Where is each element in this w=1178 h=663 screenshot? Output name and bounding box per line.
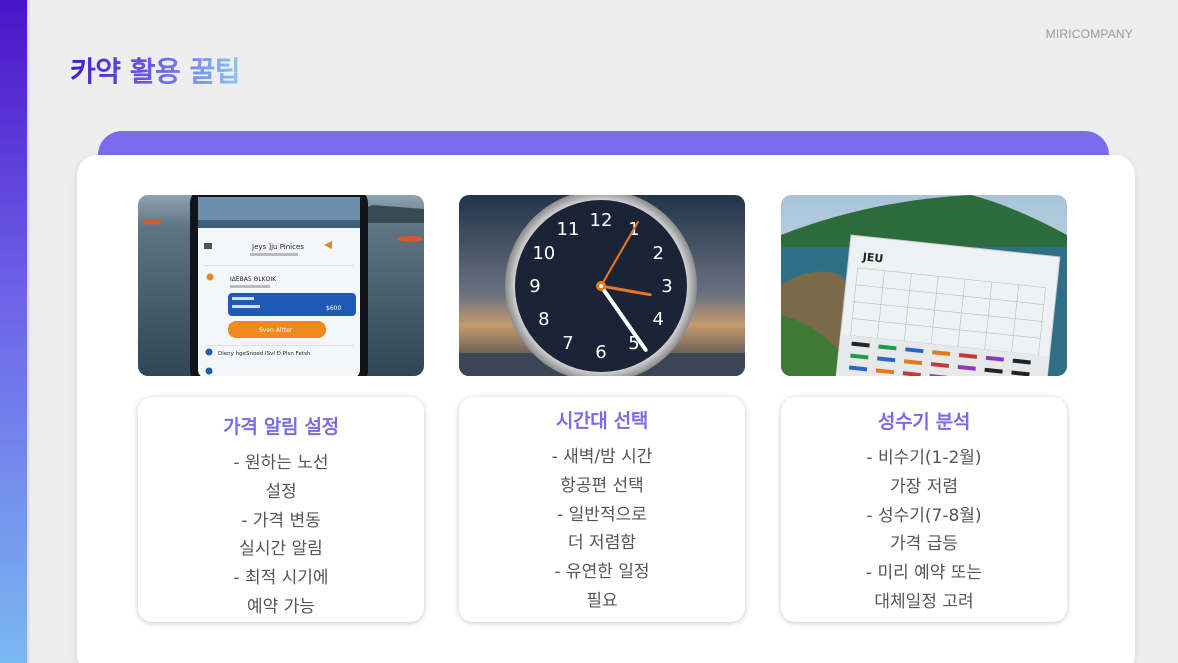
tip-card-season-analysis: 성수기 분석 - 비수기(1-2월) 가장 저렴 - 성수기(7-8월) 가격 … [781,397,1067,622]
tip-card-title: 가격 알림 설정 [223,416,339,438]
page-title: 카약 활용 꿀팁 [70,50,241,90]
phone-app-photo: Jeys ]ju Pinices ΙΔΕΒΑ5 ΘLΚΟΙΚ $600 Sven… [138,195,424,376]
tip-line: 설정 [265,481,297,502]
tip-line: - 비수기(1-2월) [866,448,982,468]
brand-label: MIRICOMPANY [1045,27,1133,41]
clock-numeral: 9 [529,276,540,297]
tip-line: - 가격 변동 [241,510,321,531]
left-accent-shadow [27,0,31,663]
tip-line: - 미리 예약 또는 [865,563,983,584]
clock-numeral: 11 [557,219,580,240]
clock-numeral: 6 [595,342,606,363]
tip-card-body: - 새벽/밤 시간 항공편 선택 - 일반적으로 더 저렴함 - 유연한 일정 … [459,443,745,616]
button-label-text: Sven Altter [259,327,293,334]
clock-numeral: 3 [661,276,672,297]
clock-numeral: 7 [562,333,573,354]
tip-line: 실시간 알림 [239,539,323,560]
footer-text: Dieny hgeSnoed ISvl Ð Plsn Fetsh [218,351,311,357]
tip-line: 필요 [586,590,618,611]
tip-card-title: 시간대 선택 [555,410,649,432]
tip-card-title: 성수기 분석 [877,411,971,433]
tip-line: - 유연한 일정 [554,562,650,583]
tip-line: 대체일정 고려 [874,591,974,612]
tip-line: - 최적 시기에 [233,568,329,589]
tip-line: - 성수기(7-8월) [866,505,982,526]
tip-line: - 새벽/밤 시간 [551,447,653,467]
tip-line: 가장 저렴 [890,476,958,497]
clock-numeral: 4 [652,309,663,330]
clock-numeral: 10 [532,243,555,264]
tip-line: - 일반적으로 [557,504,647,525]
tip-card-price-alert: 가격 알림 설정 - 원하는 노선 설정 - 가격 변동 실시간 알림 - 최적… [138,397,424,622]
flight-label-text: ΙΔΕΒΑ5 ΘLΚΟΙΚ [230,276,277,283]
price-label-text: $600 [326,305,341,312]
tip-card-body: - 비수기(1-2월) 가장 저렴 - 성수기(7-8월) 가격 급등 - 미리… [781,444,1067,617]
tip-card-time-slot: 시간대 선택 - 새벽/밤 시간 항공편 선택 - 일반적으로 더 저렴함 - … [459,397,745,622]
left-accent-bar [0,0,27,663]
tip-line: 더 저렴함 [568,533,636,554]
clock-numeral: 8 [538,309,549,330]
tip-card-body: - 원하는 노선 설정 - 가격 변동 실시간 알림 - 최적 시기에 예약 가… [138,449,424,622]
jeju-calendar-photo: JEU [781,195,1067,376]
app-title-text: Jeys ]ju Pinices [251,243,304,251]
tip-line: 예약 가능 [247,596,315,617]
tip-line: 가격 급등 [890,534,958,555]
calendar-label-text: JEU [861,250,884,265]
tip-line: 항공편 선택 [560,475,644,496]
tip-line: - 원하는 노선 [233,453,329,473]
clock-numeral: 2 [652,243,663,264]
clock-numeral: 12 [590,210,613,231]
clock-photo: 121234567891011 [459,195,745,376]
